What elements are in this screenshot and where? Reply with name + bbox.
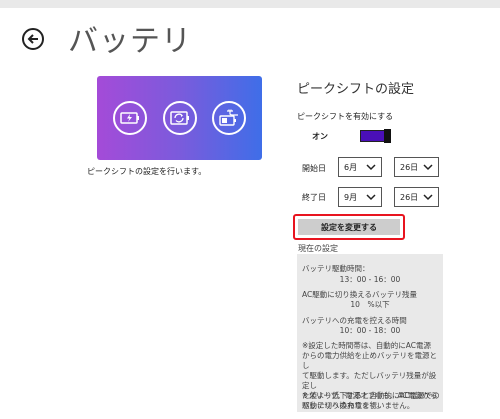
chevron-down-icon <box>366 194 376 201</box>
note-line: て駆動します。ただしバッテリ残量が設定し <box>302 371 437 390</box>
end-month-value: 9月 <box>344 192 358 202</box>
section-title: ピークシフトの設定 <box>297 82 415 97</box>
note-sleep: ※スリープ、電源オフ中も、AC電源から バッテリへの充電を行いません。 <box>302 391 440 411</box>
arrow-left-icon <box>27 34 38 44</box>
end-day-select[interactable]: 26日 <box>394 187 439 207</box>
drive-time-label: バッテリ駆動時間： <box>302 264 370 273</box>
switch-level-value: 10 %以下 <box>350 300 390 309</box>
note-line: ※設定した時間帯は、自動的にAC電源 <box>302 341 432 350</box>
start-date-label: 開始日 <box>302 164 326 173</box>
peak-shift-toggle[interactable] <box>360 129 391 143</box>
chevron-down-icon <box>423 194 433 201</box>
toggle-knob <box>384 129 391 143</box>
note-line: からの電力供給を止めバッテリを電源とし <box>302 351 437 370</box>
toggle-state-label: オン <box>312 132 328 141</box>
change-button-highlight: 設定を変更する <box>293 214 405 240</box>
chevron-down-icon <box>423 164 433 171</box>
start-month-value: 6月 <box>344 162 358 172</box>
page-title: バッテリ <box>68 24 192 59</box>
switch-level-label: AC駆動に切り換えるバッテリ残量 <box>302 290 418 299</box>
peak-shift-banner <box>97 76 262 160</box>
current-settings-panel: バッテリ駆動時間： 13：00 - 16：00 AC駆動に切り換えるバッテリ残量… <box>297 254 443 412</box>
end-month-select[interactable]: 9月 <box>338 187 382 207</box>
note-line: ※スリープ、電源オフ中も、AC電源から <box>302 391 438 400</box>
start-month-select[interactable]: 6月 <box>338 157 382 177</box>
end-day-value: 26日 <box>400 192 419 202</box>
start-day-value: 26日 <box>400 162 419 172</box>
chevron-down-icon <box>366 164 376 171</box>
description-text: ピークシフトの設定を行います。 <box>87 167 207 176</box>
end-date-label: 終了日 <box>302 193 326 202</box>
battery-plug-icon <box>212 101 247 135</box>
change-settings-button[interactable]: 設定を変更する <box>298 219 400 235</box>
charge-hold-label: バッテリへの充電を控える時間 <box>302 316 407 325</box>
sync-icon <box>162 101 197 135</box>
note-line: バッテリへの充電を行いません。 <box>302 401 415 410</box>
drive-time-value: 13：00 - 16：00 <box>339 275 401 284</box>
start-day-select[interactable]: 26日 <box>394 157 439 177</box>
enable-label: ピークシフトを有効にする <box>297 112 394 121</box>
top-bar <box>0 0 500 8</box>
back-button[interactable] <box>22 28 44 50</box>
current-settings-heading: 現在の設定 <box>298 244 338 253</box>
battery-charging-icon <box>112 101 147 135</box>
charge-hold-value: 10：00 - 18：00 <box>339 326 401 335</box>
